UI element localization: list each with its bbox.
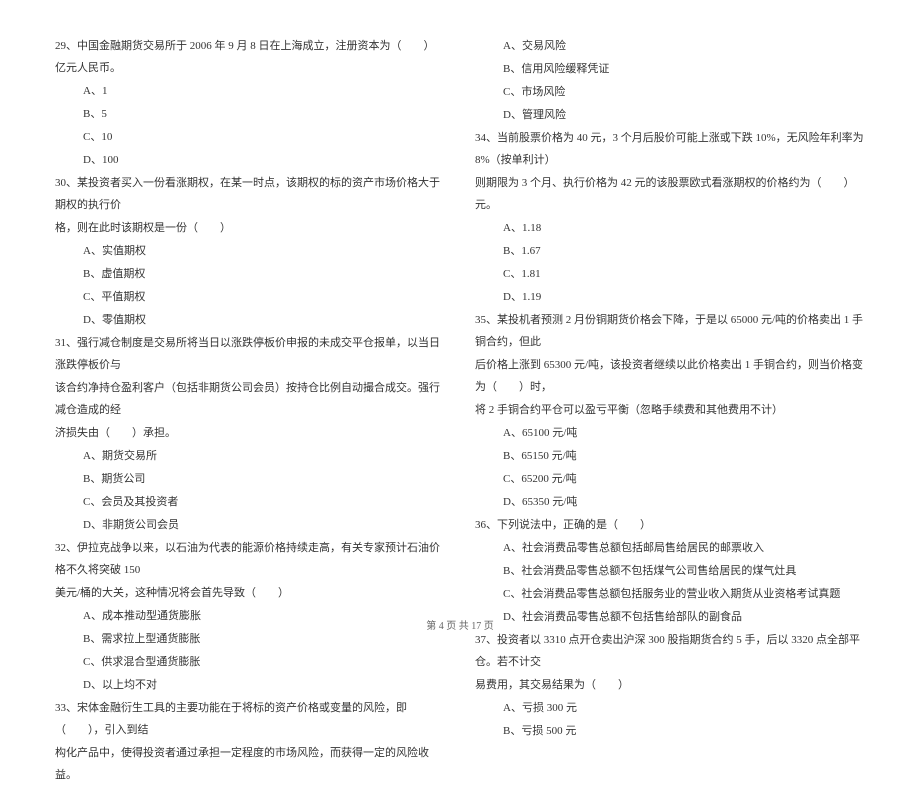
q32-text1: 32、伊拉克战争以来，以石油为代表的能源价格持续走高，有关专家预计石油价格不久将… [55, 537, 445, 581]
q31-text1: 31、强行减仓制度是交易所将当日以涨跌停板价申报的未成交平仓报单，以当日涨跌停板… [55, 332, 445, 376]
q29-a: A、1 [55, 80, 445, 102]
q31-a: A、期货交易所 [55, 445, 445, 467]
q32-text2: 美元/桶的大关，这种情况将会首先导致（ ） [55, 582, 445, 604]
q29-c: C、10 [55, 126, 445, 148]
q36-c: C、社会消费品零售总额包括服务业的营业收入期货从业资格考试真题 [475, 583, 865, 605]
q34-b: B、1.67 [475, 240, 865, 262]
left-column: 29、中国金融期货交易所于 2006 年 9 月 8 日在上海成立，注册资本为（… [55, 35, 445, 605]
q35-text3: 将 2 手铜合约平仓可以盈亏平衡（忽略手续费和其他费用不计） [475, 399, 865, 421]
q34-c: C、1.81 [475, 263, 865, 285]
q31-c: C、会员及其投资者 [55, 491, 445, 513]
q31-text2: 该合约净持仓盈利客户（包括非期货公司会员）按持仓比例自动撮合成交。强行减仓造成的… [55, 377, 445, 421]
q30-text1: 30、某投资者买入一份看涨期权，在某一时点，该期权的标的资产市场价格大于期权的执… [55, 172, 445, 216]
q34-a: A、1.18 [475, 217, 865, 239]
q30-text2: 格，则在此时该期权是一份（ ） [55, 217, 445, 239]
q37-b: B、亏损 500 元 [475, 720, 865, 742]
q37-text2: 易费用，其交易结果为（ ） [475, 674, 865, 696]
q35-b: B、65150 元/吨 [475, 445, 865, 467]
q33-b: B、信用风险缓释凭证 [475, 58, 865, 80]
q34-d: D、1.19 [475, 286, 865, 308]
q31-text3: 济损失由（ ）承担。 [55, 422, 445, 444]
q33-text1: 33、宋体金融衍生工具的主要功能在于将标的资产价格或变量的风险，即（ ），引入到… [55, 697, 445, 741]
q33-a: A、交易风险 [475, 35, 865, 57]
q34-text2: 则期限为 3 个月、执行价格为 42 元的该股票欧式看涨期权的价格约为（ ）元。 [475, 172, 865, 216]
q29-text: 29、中国金融期货交易所于 2006 年 9 月 8 日在上海成立，注册资本为（… [55, 35, 445, 79]
q29-d: D、100 [55, 149, 445, 171]
q35-d: D、65350 元/吨 [475, 491, 865, 513]
q33-d: D、管理风险 [475, 104, 865, 126]
q32-d: D、以上均不对 [55, 674, 445, 696]
q33-c: C、市场风险 [475, 81, 865, 103]
q36-a: A、社会消费品零售总额包括邮局售给居民的邮票收入 [475, 537, 865, 559]
q37-text1: 37、投资者以 3310 点开仓卖出沪深 300 股指期货合约 5 手，后以 3… [475, 629, 865, 673]
q31-d: D、非期货公司会员 [55, 514, 445, 536]
q30-d: D、零值期权 [55, 309, 445, 331]
q36-b: B、社会消费品零售总额不包括煤气公司售给居民的煤气灶具 [475, 560, 865, 582]
q34-text1: 34、当前股票价格为 40 元，3 个月后股价可能上涨或下跌 10%，无风险年利… [475, 127, 865, 171]
q30-c: C、平值期权 [55, 286, 445, 308]
q35-text1: 35、某投机者预测 2 月份铜期货价格会下降，于是以 65000 元/吨的价格卖… [475, 309, 865, 353]
q35-a: A、65100 元/吨 [475, 422, 865, 444]
q31-b: B、期货公司 [55, 468, 445, 490]
q32-c: C、供求混合型通货膨胀 [55, 651, 445, 673]
q30-b: B、虚值期权 [55, 263, 445, 285]
q30-a: A、实值期权 [55, 240, 445, 262]
q36-text: 36、下列说法中，正确的是（ ） [475, 514, 865, 536]
q35-c: C、65200 元/吨 [475, 468, 865, 490]
page-footer: 第 4 页 共 17 页 [0, 617, 920, 632]
right-column: A、交易风险 B、信用风险缓释凭证 C、市场风险 D、管理风险 34、当前股票价… [475, 35, 865, 605]
q35-text2: 后价格上涨到 65300 元/吨，该投资者继续以此价格卖出 1 手铜合约，则当价… [475, 354, 865, 398]
q37-a: A、亏损 300 元 [475, 697, 865, 719]
q33-text2: 构化产品中，使得投资者通过承担一定程度的市场风险，而获得一定的风险收益。 [55, 742, 445, 786]
q29-b: B、5 [55, 103, 445, 125]
page-columns: 29、中国金融期货交易所于 2006 年 9 月 8 日在上海成立，注册资本为（… [55, 35, 865, 605]
